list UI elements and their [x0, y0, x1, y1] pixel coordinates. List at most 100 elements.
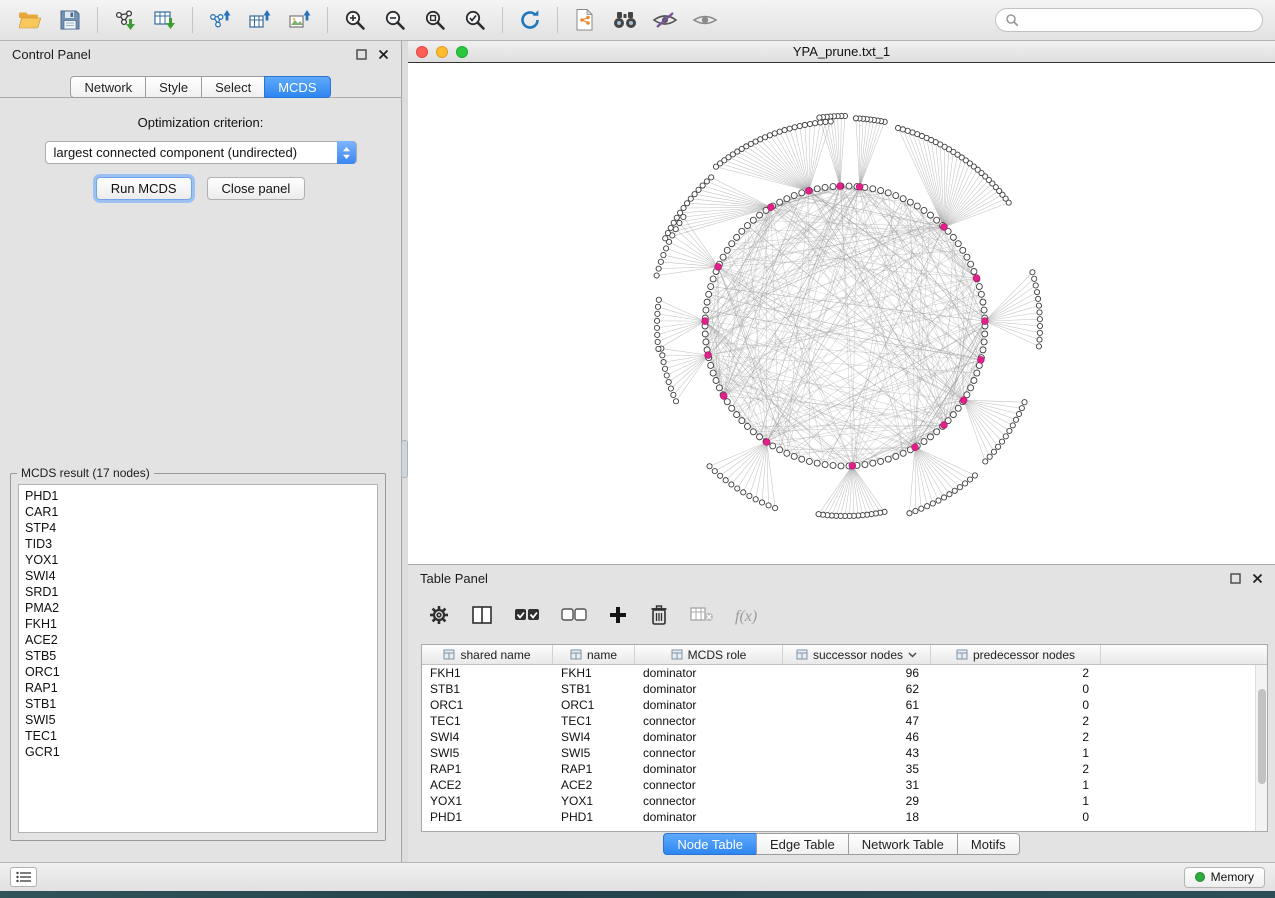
mcds-result-item[interactable]: GCR1 [25, 744, 377, 760]
mcds-result-item[interactable]: FKH1 [25, 616, 377, 632]
deselect-all-button[interactable] [561, 606, 587, 629]
task-history-button[interactable] [10, 867, 37, 887]
table-row[interactable]: ORC1ORC1dominator610 [422, 697, 1255, 713]
select-all-button[interactable] [514, 606, 540, 629]
column-header-shared-name[interactable]: shared name [422, 645, 553, 664]
search-binoculars-button[interactable] [607, 5, 643, 35]
mcds-result-item[interactable]: SWI4 [25, 568, 377, 584]
cell-succ[interactable]: 96 [783, 666, 931, 680]
search-input[interactable] [1025, 13, 1253, 27]
table-row[interactable]: PHD1PHD1dominator180 [422, 809, 1255, 825]
cell-role[interactable]: dominator [635, 730, 783, 744]
mcds-result-item[interactable]: SRD1 [25, 584, 377, 600]
table-row[interactable]: RAP1RAP1dominator352 [422, 761, 1255, 777]
cell-shared[interactable]: SWI5 [422, 746, 553, 760]
cell-succ[interactable]: 18 [783, 810, 931, 824]
tab-mcds[interactable]: MCDS [264, 76, 330, 98]
add-column-button[interactable] [608, 605, 628, 630]
cell-pred[interactable]: 2 [931, 666, 1101, 680]
close-panel-button[interactable]: Close panel [207, 177, 306, 200]
cell-pred[interactable]: 0 [931, 698, 1101, 712]
cell-name[interactable]: TEC1 [553, 714, 635, 728]
network-search-field[interactable] [995, 8, 1263, 32]
cell-succ[interactable]: 43 [783, 746, 931, 760]
cell-name[interactable]: SWI4 [553, 730, 635, 744]
tab-edge-table[interactable]: Edge Table [756, 833, 849, 855]
table-scrollbar-thumb[interactable] [1258, 689, 1266, 784]
import-table-button[interactable] [147, 5, 183, 35]
mcds-result-item[interactable]: TEC1 [25, 728, 377, 744]
cell-shared[interactable]: SWI4 [422, 730, 553, 744]
mcds-result-item[interactable]: STB1 [25, 696, 377, 712]
table-row[interactable]: SWI5SWI5connector431 [422, 745, 1255, 761]
network-graph[interactable] [408, 63, 1275, 564]
cell-succ[interactable]: 29 [783, 794, 931, 808]
close-panel-icon[interactable] [378, 49, 389, 60]
export-table-button[interactable] [242, 5, 278, 35]
column-header-mcds-role[interactable]: MCDS role [635, 645, 783, 664]
mcds-result-item[interactable]: RAP1 [25, 680, 377, 696]
cell-pred[interactable]: 2 [931, 762, 1101, 776]
cell-succ[interactable]: 31 [783, 778, 931, 792]
cell-role[interactable]: dominator [635, 698, 783, 712]
table-row[interactable]: STB1STB1dominator620 [422, 681, 1255, 697]
show-results-button[interactable] [687, 5, 723, 35]
mcds-result-item[interactable]: TID3 [25, 536, 377, 552]
cell-role[interactable]: connector [635, 746, 783, 760]
cell-pred[interactable]: 0 [931, 810, 1101, 824]
cell-succ[interactable]: 35 [783, 762, 931, 776]
cell-shared[interactable]: ACE2 [422, 778, 553, 792]
cell-shared[interactable]: RAP1 [422, 762, 553, 776]
table-row[interactable]: TEC1TEC1connector472 [422, 713, 1255, 729]
cell-shared[interactable]: TEC1 [422, 714, 553, 728]
mcds-result-item[interactable]: ACE2 [25, 632, 377, 648]
cell-succ[interactable]: 61 [783, 698, 931, 712]
cell-role[interactable]: connector [635, 778, 783, 792]
table-row[interactable]: ACE2ACE2connector311 [422, 777, 1255, 793]
column-header-name[interactable]: name [553, 645, 635, 664]
refresh-button[interactable] [512, 5, 548, 35]
table-scrollbar[interactable] [1255, 665, 1267, 831]
export-network-button[interactable] [202, 5, 238, 35]
cell-role[interactable]: dominator [635, 810, 783, 824]
float-panel-icon[interactable] [356, 49, 367, 60]
cell-shared[interactable]: PHD1 [422, 810, 553, 824]
cell-succ[interactable]: 62 [783, 682, 931, 696]
import-network-button[interactable] [107, 5, 143, 35]
column-header-successor-nodes[interactable]: successor nodes [783, 645, 931, 664]
cell-succ[interactable]: 47 [783, 714, 931, 728]
show-columns-button[interactable] [471, 605, 493, 630]
cell-name[interactable]: FKH1 [553, 666, 635, 680]
cell-name[interactable]: PHD1 [553, 810, 635, 824]
tab-network[interactable]: Network [70, 76, 146, 98]
zoom-in-button[interactable] [337, 5, 373, 35]
cell-pred[interactable]: 1 [931, 778, 1101, 792]
cell-name[interactable]: ORC1 [553, 698, 635, 712]
mcds-result-item[interactable]: PHD1 [25, 488, 377, 504]
cell-role[interactable]: connector [635, 794, 783, 808]
table-row[interactable]: FKH1FKH1dominator962 [422, 665, 1255, 681]
tab-select[interactable]: Select [201, 76, 265, 98]
share-document-button[interactable] [567, 5, 603, 35]
run-mcds-button[interactable]: Run MCDS [96, 177, 192, 200]
close-panel-icon[interactable] [1252, 573, 1263, 584]
tab-style[interactable]: Style [145, 76, 202, 98]
mcds-result-item[interactable]: STB5 [25, 648, 377, 664]
table-row[interactable]: SWI4SWI4dominator462 [422, 729, 1255, 745]
cell-role[interactable]: dominator [635, 762, 783, 776]
zoom-fit-button[interactable] [417, 5, 453, 35]
open-file-button[interactable] [12, 5, 48, 35]
export-image-button[interactable] [282, 5, 318, 35]
splitter-handle[interactable] [401, 440, 408, 478]
cell-role[interactable]: dominator [635, 682, 783, 696]
mcds-result-item[interactable]: CAR1 [25, 504, 377, 520]
cell-succ[interactable]: 46 [783, 730, 931, 744]
mcds-result-item[interactable]: YOX1 [25, 552, 377, 568]
cell-role[interactable]: dominator [635, 666, 783, 680]
tab-network-table[interactable]: Network Table [848, 833, 958, 855]
cell-pred[interactable]: 2 [931, 714, 1101, 728]
zoom-out-button[interactable] [377, 5, 413, 35]
column-header-predecessor-nodes[interactable]: predecessor nodes [931, 645, 1101, 664]
zoom-selected-button[interactable] [457, 5, 493, 35]
cell-shared[interactable]: ORC1 [422, 698, 553, 712]
